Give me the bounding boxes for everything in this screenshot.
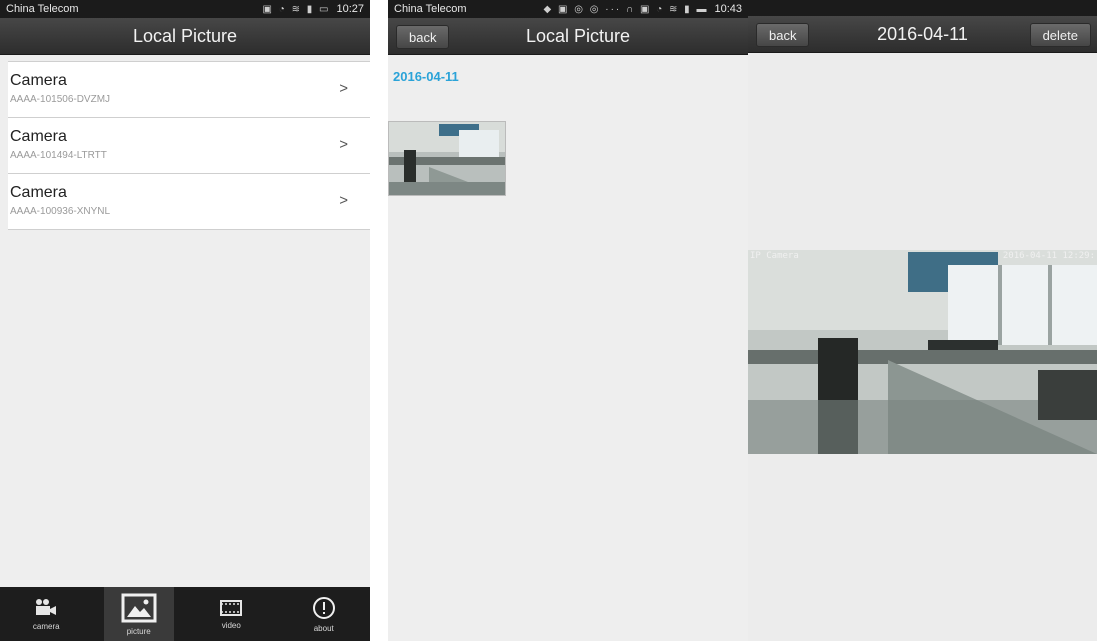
camera-name-overlay: IP Camera xyxy=(750,251,799,261)
chevron-right-icon: > xyxy=(339,136,348,153)
page-title: Local Picture xyxy=(525,25,631,46)
status-bar: China Telecom ◆ ▣ ◎ ◎ ··· ∩ ▣ ◔ ≋ ▮ ▬ 10… xyxy=(388,0,748,18)
delete-button[interactable]: delete xyxy=(1029,23,1091,47)
full-photo: IP Camera 2016-04-11 12:29: xyxy=(748,250,1097,454)
picture-tab-icon xyxy=(121,593,157,622)
title-bar: back Local Picture xyxy=(388,18,748,55)
back-button[interactable]: back xyxy=(756,23,810,47)
tab-video[interactable]: video xyxy=(196,587,266,641)
timestamp-overlay: 2016-04-11 12:29: xyxy=(1002,251,1095,261)
photo-thumbnail[interactable] xyxy=(388,121,506,196)
tab-camera[interactable]: camera xyxy=(11,587,81,641)
status-icons: ▣ ◔ ≋ ▮ ▭ xyxy=(262,3,331,15)
camera-id: AAAA-101506-DVZMJ xyxy=(10,94,111,105)
tab-label: camera xyxy=(32,621,60,631)
page-title: 2016-04-11 xyxy=(877,23,968,44)
status-time: 10:27 xyxy=(336,3,364,15)
tab-picture[interactable]: picture xyxy=(103,587,174,641)
tab-label: video xyxy=(221,620,241,630)
camera-id: AAAA-101494-LTRTT xyxy=(10,150,107,161)
local-picture-date-screen: China Telecom ◆ ▣ ◎ ◎ ··· ∩ ▣ ◔ ≋ ▮ ▬ 10… xyxy=(388,0,748,641)
chevron-right-icon: > xyxy=(339,80,348,97)
tab-about[interactable]: about xyxy=(289,587,359,641)
camera-list-item[interactable]: Camera AAAA-101506-DVZMJ > xyxy=(8,62,370,118)
video-tab-icon xyxy=(220,599,243,616)
chevron-right-icon: > xyxy=(339,192,348,209)
camera-tab-icon xyxy=(36,598,57,615)
status-time: 10:43 xyxy=(714,3,742,15)
camera-list-item[interactable]: Camera AAAA-101494-LTRTT > xyxy=(8,118,370,174)
bottom-tab-bar: camera picture video about xyxy=(0,587,370,641)
office-photo-thumbnail-image xyxy=(389,122,505,195)
carrier-name: China Telecom xyxy=(394,3,467,15)
back-button[interactable]: back xyxy=(396,25,450,49)
tab-label: about xyxy=(313,623,334,633)
carrier-name: China Telecom xyxy=(6,3,79,15)
date-group-label: 2016-04-11 xyxy=(393,69,459,84)
status-bar-strip xyxy=(748,0,1097,16)
camera-name: Camera xyxy=(10,184,67,201)
status-bar: China Telecom ▣ ◔ ≋ ▮ ▭ 10:27 xyxy=(0,0,370,18)
office-photo-image xyxy=(748,250,1097,454)
title-bar: Local Picture xyxy=(0,18,370,55)
camera-list-item[interactable]: Camera AAAA-100936-XNYNL > xyxy=(8,174,370,230)
page-title: Local Picture xyxy=(132,25,238,46)
info-tab-icon xyxy=(312,596,335,619)
photo-viewer-screen: back 2016-04-11 delete IP Camera 2016-04… xyxy=(748,0,1097,641)
title-bar: back 2016-04-11 delete xyxy=(748,16,1097,53)
camera-name: Camera xyxy=(10,128,67,145)
status-icons: ◆ ▣ ◎ ◎ ··· ∩ ▣ ◔ ≋ ▮ ▬ xyxy=(543,3,709,15)
camera-id: AAAA-100936-XNYNL xyxy=(10,206,111,217)
tab-label: picture xyxy=(126,626,151,636)
local-picture-screen: China Telecom ▣ ◔ ≋ ▮ ▭ 10:27 Local Pict… xyxy=(0,0,370,641)
camera-list: Camera AAAA-101506-DVZMJ > Camera AAAA-1… xyxy=(8,61,370,230)
camera-name: Camera xyxy=(10,72,67,89)
